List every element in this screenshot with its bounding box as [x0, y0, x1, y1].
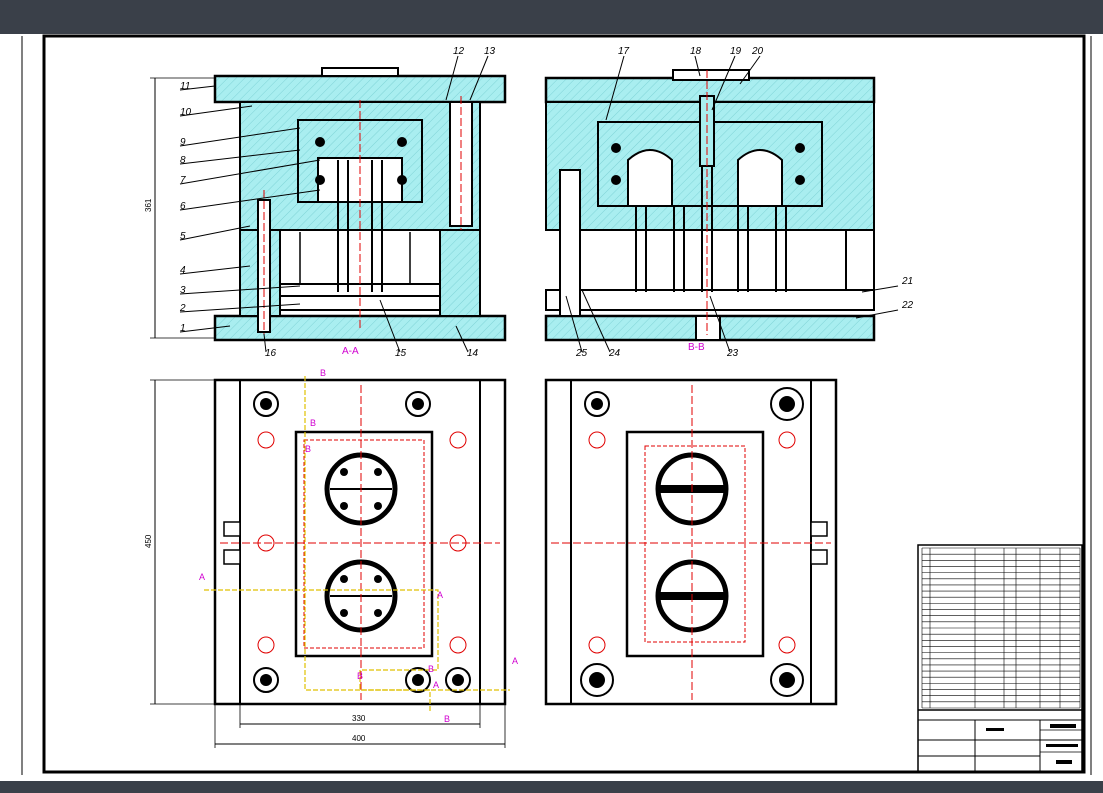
part-label: 9: [180, 137, 186, 148]
part-label: 7: [180, 175, 186, 186]
dimension-400: 400: [214, 704, 506, 748]
part-label: 14: [467, 348, 479, 359]
svg-text:400: 400: [352, 734, 366, 743]
title-bar: [0, 0, 1103, 34]
part-label: 23: [726, 348, 739, 359]
part-label: 24: [608, 348, 621, 359]
part-label: 5: [180, 231, 186, 242]
part-label: 6: [180, 201, 186, 212]
status-bar: [0, 781, 1103, 793]
plan-view-right: [544, 378, 838, 706]
section-view-bb: [544, 69, 876, 342]
svg-text:450: 450: [144, 534, 153, 548]
svg-text:A: A: [512, 656, 518, 666]
part-label: 1: [180, 323, 186, 334]
section-label-bb: B-B: [688, 342, 705, 353]
svg-text:A: A: [433, 680, 439, 690]
cad-drawing: 11 10 9 8 7 6 5 4 3 2 1 12 13 16 15 14 A…: [21, 34, 1092, 775]
part-label: 3: [180, 285, 186, 296]
svg-text:B: B: [320, 368, 326, 378]
dimension-450: 450: [144, 379, 215, 705]
part-label: 16: [265, 348, 277, 359]
svg-text:B: B: [310, 418, 316, 428]
part-label: 25: [575, 348, 588, 359]
part-label: 2: [179, 303, 186, 314]
svg-text:330: 330: [352, 714, 366, 723]
part-label: 12: [453, 46, 465, 57]
svg-text:A: A: [199, 572, 205, 582]
svg-text:B: B: [428, 664, 434, 674]
svg-text:B: B: [357, 671, 363, 681]
part-label: 10: [180, 107, 192, 118]
svg-text:B: B: [305, 444, 311, 454]
section-label-aa: A-A: [342, 346, 359, 357]
part-label: 15: [395, 348, 407, 359]
part-label: 13: [484, 46, 496, 57]
part-label: 21: [901, 276, 913, 287]
part-label: 20: [751, 46, 764, 57]
part-label: 19: [730, 46, 742, 57]
part-label: 8: [180, 155, 186, 166]
svg-text:361: 361: [144, 198, 153, 212]
drawing-canvas[interactable]: 11 10 9 8 7 6 5 4 3 2 1 12 13 16 15 14 A…: [0, 34, 1103, 781]
part-label: 11: [180, 81, 190, 92]
plan-view-left: [213, 378, 507, 706]
section-view-aa: [213, 67, 507, 342]
part-label: 18: [690, 46, 702, 57]
svg-text:A: A: [437, 590, 443, 600]
part-label: 17: [618, 46, 630, 57]
svg-text:B: B: [444, 714, 450, 724]
part-label: 22: [901, 300, 914, 311]
bom-table: [921, 547, 1081, 709]
part-label: 4: [180, 265, 186, 276]
